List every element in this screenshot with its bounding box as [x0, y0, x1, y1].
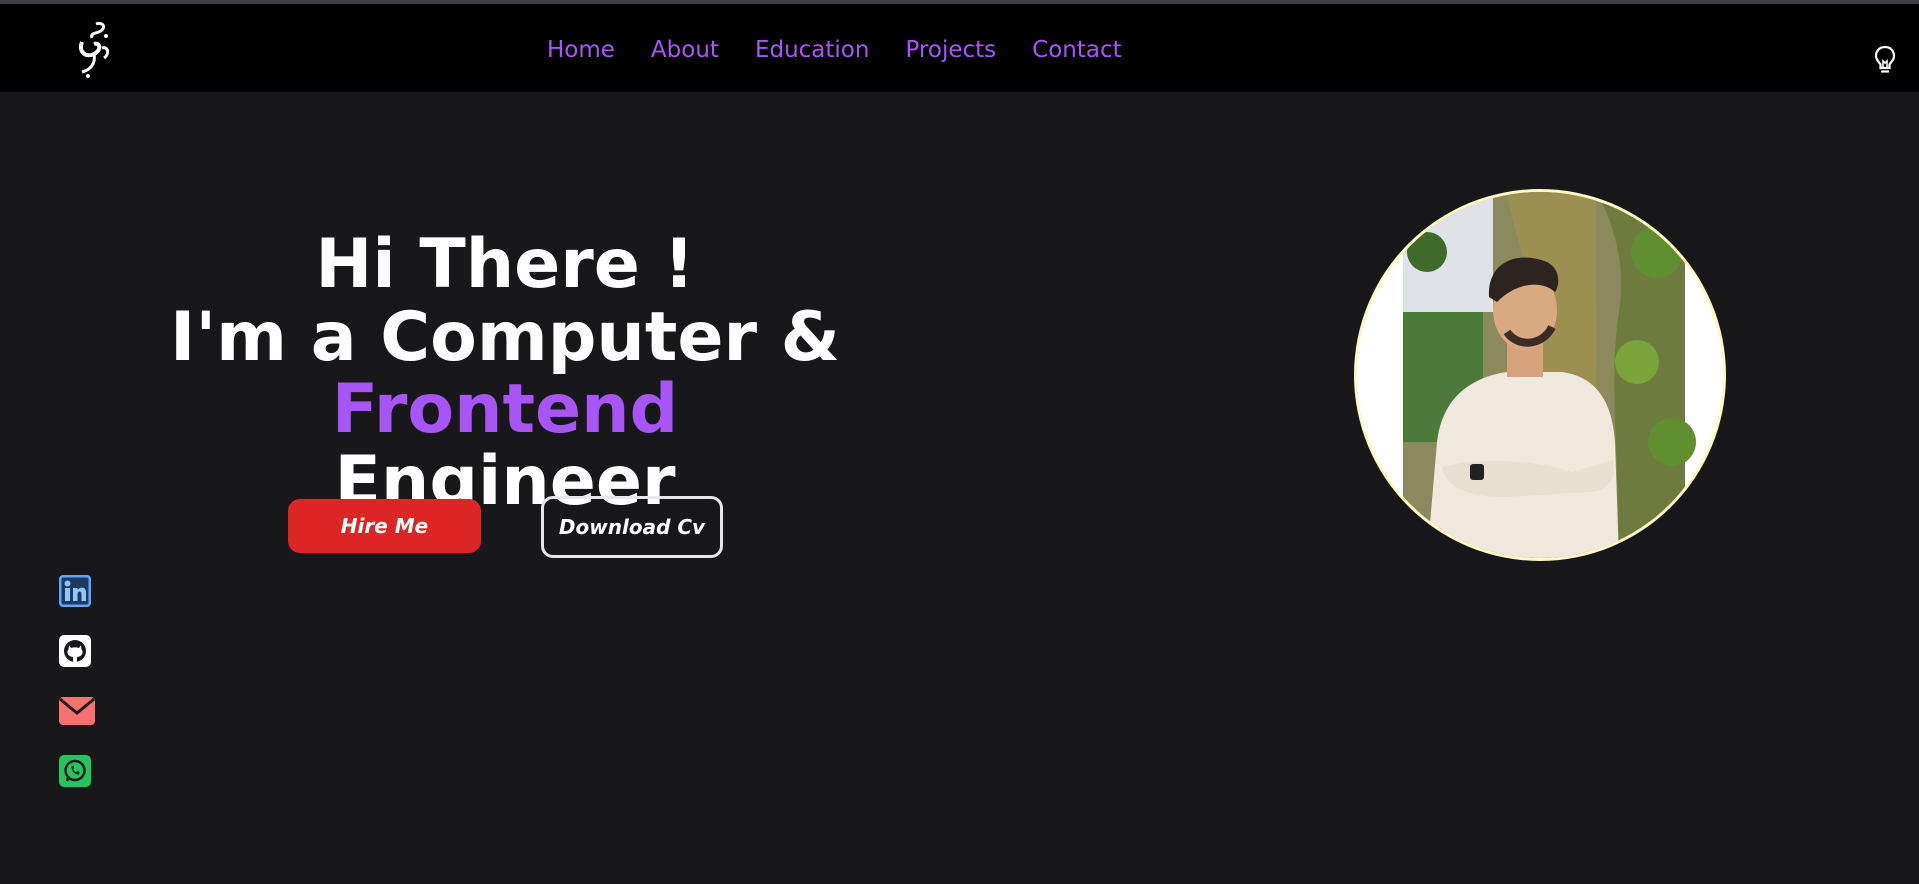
nav-link-projects[interactable]: Projects [905, 37, 996, 63]
hire-me-button[interactable]: Hire Me [288, 499, 481, 553]
whatsapp-icon[interactable] [58, 754, 92, 788]
nav-link-contact[interactable]: Contact [1032, 37, 1121, 63]
email-icon[interactable] [58, 694, 96, 728]
navbar: Home About Education Projects Contact [0, 4, 1919, 92]
greeting-line: Hi There ! [315, 225, 695, 304]
nav-menu: Home About Education Projects Contact [547, 37, 1158, 63]
lightbulb-icon[interactable] [1871, 44, 1899, 76]
nav-link-home[interactable]: Home [547, 37, 615, 63]
title-line: I'm a Computer & [170, 298, 840, 377]
role-accent: Frontend [331, 370, 679, 449]
github-icon[interactable] [58, 634, 92, 668]
hero-heading: Hi There ! I'm a Computer & Frontend Eng… [150, 228, 860, 518]
role-line: Frontend Engineer [150, 374, 860, 518]
nav-link-about[interactable]: About [651, 37, 719, 63]
download-cv-button[interactable]: Download Cv [541, 496, 723, 558]
linkedin-icon[interactable] [58, 574, 92, 608]
calligraphy-logo-icon[interactable] [68, 18, 118, 82]
nav-link-education[interactable]: Education [755, 37, 870, 63]
profile-avatar [1354, 189, 1726, 561]
profile-photo [1357, 192, 1723, 558]
